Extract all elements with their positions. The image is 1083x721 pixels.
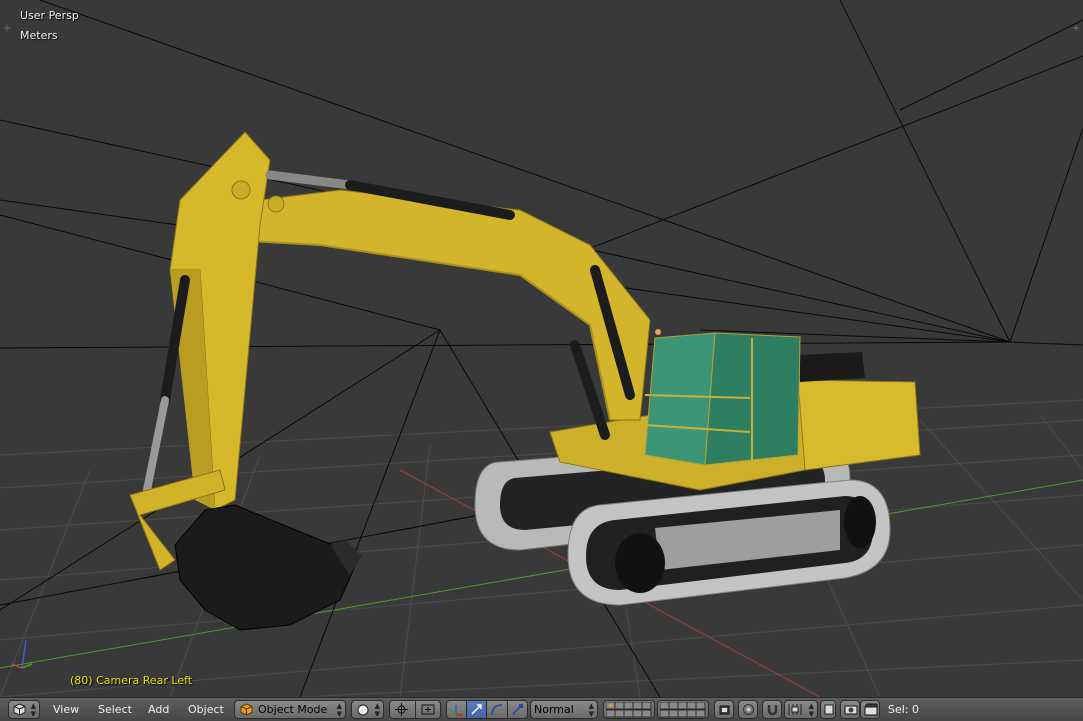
pivot-point-button[interactable] bbox=[390, 701, 416, 718]
selection-status: Sel: 0 bbox=[888, 703, 920, 716]
manipulator-icon bbox=[450, 705, 463, 716]
proportional-edit-button[interactable] bbox=[738, 700, 758, 719]
pivot-only-locations-button[interactable] bbox=[416, 701, 440, 718]
proportional-circle-icon bbox=[743, 704, 754, 715]
chevron-updown-icon: ▲ ▼ bbox=[30, 702, 36, 718]
pivot-group[interactable] bbox=[389, 700, 441, 719]
menu-object[interactable]: Object bbox=[188, 700, 224, 719]
units-label: Meters bbox=[20, 29, 58, 42]
menu-view[interactable]: View bbox=[53, 700, 79, 719]
snap-target-icon bbox=[824, 704, 834, 715]
chevron-updown-icon: ▲ ▼ bbox=[374, 702, 380, 718]
solid-sphere-icon bbox=[357, 704, 369, 716]
scale-icon bbox=[512, 704, 523, 715]
transform-orientation-selector[interactable]: Normal ▲ ▼ bbox=[530, 700, 598, 719]
editor-type-button[interactable]: ▲ ▼ bbox=[8, 700, 40, 719]
viewport-header: ▲ ▼ View Select Add Object Object Mode ▲ ▼… bbox=[0, 697, 1083, 721]
magnet-icon bbox=[767, 705, 778, 716]
rotate-button[interactable] bbox=[487, 701, 508, 718]
bucket bbox=[174, 504, 362, 631]
layers-grid-left[interactable] bbox=[603, 700, 655, 719]
chevron-updown-icon: ▲ ▼ bbox=[808, 702, 814, 718]
lock-layers-icon bbox=[719, 705, 730, 715]
menu-select[interactable]: Select bbox=[98, 700, 132, 719]
translate-arrow-icon bbox=[471, 704, 482, 715]
locations-icon bbox=[421, 704, 435, 715]
excavator-model[interactable] bbox=[129, 131, 921, 631]
mode-label: Object Mode bbox=[258, 703, 328, 716]
render-still-button[interactable] bbox=[840, 700, 860, 719]
axis-gizmo bbox=[11, 639, 33, 669]
layer-buttons-2[interactable] bbox=[660, 702, 708, 718]
snap-toggle-button[interactable] bbox=[762, 700, 782, 719]
camera-icon bbox=[844, 705, 858, 715]
chevron-updown-icon: ▲ ▼ bbox=[588, 702, 594, 718]
orange-cube-icon bbox=[240, 703, 253, 716]
stick bbox=[169, 131, 271, 511]
translate-button[interactable] bbox=[467, 701, 487, 718]
pivot-icon bbox=[395, 703, 408, 716]
snap-element-selector[interactable]: ▲ ▼ bbox=[784, 700, 818, 719]
region-toggle-right-icon[interactable]: + bbox=[1071, 24, 1081, 34]
object-origin bbox=[655, 329, 661, 335]
cab bbox=[644, 332, 801, 466]
orientation-label: Normal bbox=[534, 703, 574, 716]
layer-buttons[interactable] bbox=[606, 702, 654, 718]
lock-camera-button[interactable] bbox=[714, 700, 734, 719]
rotate-arc-icon bbox=[491, 704, 503, 716]
manipulator-group[interactable] bbox=[446, 700, 528, 719]
region-toggle-left-icon[interactable]: + bbox=[2, 24, 12, 34]
clapperboard-icon bbox=[864, 703, 878, 716]
viewport-shading-button[interactable]: ▲ ▼ bbox=[351, 700, 384, 719]
3d-scene[interactable] bbox=[0, 0, 1083, 697]
scale-button[interactable] bbox=[508, 701, 527, 718]
camera-label: (80) Camera Rear Left bbox=[70, 674, 193, 687]
snap-target-button[interactable] bbox=[820, 700, 836, 719]
snap-increment-icon bbox=[788, 704, 802, 715]
3d-viewport[interactable]: User Persp Meters (80) Camera Rear Left … bbox=[0, 0, 1083, 697]
manipulator-toggle-button[interactable] bbox=[447, 701, 467, 718]
mode-selector[interactable]: Object Mode ▲ ▼ bbox=[234, 700, 346, 719]
menu-add[interactable]: Add bbox=[148, 700, 169, 719]
render-animation-button[interactable] bbox=[860, 700, 880, 719]
chevron-updown-icon: ▲ ▼ bbox=[336, 702, 342, 718]
cube-icon bbox=[13, 703, 26, 716]
view-name-label: User Persp bbox=[20, 9, 79, 22]
layers-grid-right[interactable] bbox=[657, 700, 709, 719]
